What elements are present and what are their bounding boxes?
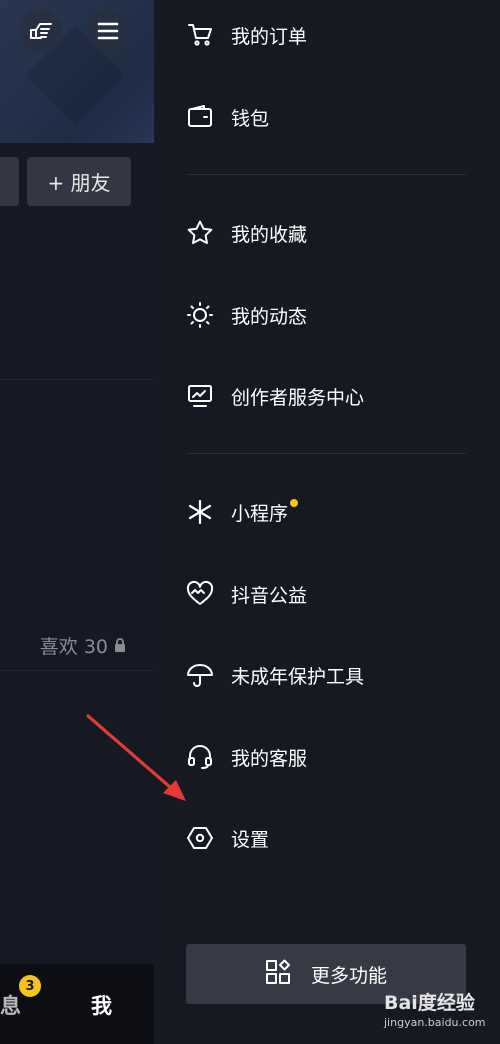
cart-icon	[186, 21, 214, 49]
menu-item-settings[interactable]: 设置	[186, 813, 476, 863]
umbrella-icon	[186, 661, 214, 689]
watermark-url: jingyan.baidu.com	[384, 1016, 486, 1029]
watermark-logo-text: Bai度经验	[384, 992, 475, 1014]
profile-page-partial: + 朋友 喜欢 30 息 3 我	[0, 0, 154, 1044]
divider	[0, 379, 154, 380]
menu-item-customer-service[interactable]: 我的客服	[186, 732, 476, 782]
more-features-label: 更多功能	[310, 964, 387, 987]
menu-label: 我的订单	[231, 25, 308, 48]
baidu-watermark: Bai度经验 jingyan.baidu.com	[384, 988, 486, 1029]
divider	[186, 453, 466, 454]
messages-badge: 3	[19, 975, 41, 997]
menu-item-wallet[interactable]: 钱包	[186, 92, 476, 142]
charity-heart-icon	[186, 580, 214, 608]
menu-label: 创作者服务中心	[231, 386, 365, 409]
star-icon	[186, 219, 214, 247]
menu-label: 抖音公益	[231, 584, 308, 607]
menu-label: 我的收藏	[231, 223, 308, 246]
menu-label: 小程序	[231, 502, 289, 525]
likes-label: 喜欢 30	[39, 636, 108, 658]
menu-item-activity[interactable]: 我的动态	[186, 290, 476, 340]
side-drawer: 我的订单 钱包 我的收藏 我的动态 创作者服务中心 小程序 抖音公益 未成年保护…	[154, 0, 500, 1044]
settings-hexagon-icon	[186, 824, 214, 852]
divider	[0, 670, 154, 671]
menu-item-mini-programs[interactable]: 小程序	[186, 487, 476, 537]
menu-item-orders[interactable]: 我的订单	[186, 10, 476, 60]
grid-apps-icon	[265, 959, 291, 989]
menu-label: 我的客服	[231, 747, 308, 770]
nav-me[interactable]: 我	[91, 990, 112, 1020]
wallet-icon	[186, 103, 214, 131]
menu-item-minor-protection[interactable]: 未成年保护工具	[186, 650, 476, 700]
edit-profile-button-partial[interactable]	[0, 157, 19, 206]
likes-count[interactable]: 喜欢 30	[40, 632, 126, 659]
nav-messages[interactable]: 息	[0, 990, 21, 1020]
hand-pointer-icon	[28, 18, 54, 44]
menu-item-charity[interactable]: 抖音公益	[186, 569, 476, 619]
lock-icon	[114, 635, 126, 657]
hamburger-menu-icon	[97, 21, 119, 41]
menu-button[interactable]	[87, 10, 129, 52]
menu-item-creator-center[interactable]: 创作者服务中心	[186, 371, 476, 421]
menu-item-favorites[interactable]: 我的收藏	[186, 208, 476, 258]
menu-label: 我的动态	[231, 305, 308, 328]
mini-program-icon	[186, 498, 214, 526]
menu-label: 钱包	[231, 107, 270, 130]
sun-icon	[186, 301, 214, 329]
menu-label: 未成年保护工具	[231, 665, 365, 688]
new-indicator-dot	[290, 499, 299, 507]
divider	[186, 174, 466, 175]
add-friend-button[interactable]: + 朋友	[27, 157, 131, 206]
menu-label: 设置	[231, 828, 270, 851]
creator-monitor-icon	[186, 382, 214, 410]
annotation-arrow	[86, 714, 186, 801]
hand-pointer-button[interactable]	[20, 10, 62, 52]
